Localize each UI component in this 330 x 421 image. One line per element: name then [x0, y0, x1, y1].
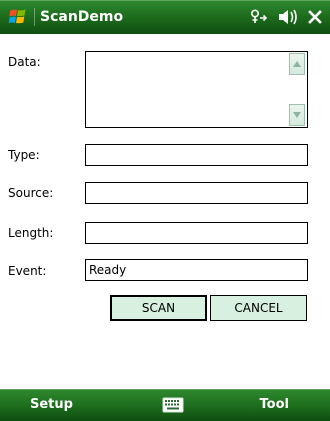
length-label: Length: — [8, 226, 54, 240]
volume-icon[interactable] — [278, 7, 298, 27]
cancel-button[interactable]: CANCEL — [210, 295, 307, 321]
scroll-down-button[interactable] — [289, 104, 305, 126]
connectivity-icon[interactable] — [250, 7, 268, 27]
keyboard-icon[interactable] — [162, 397, 184, 413]
data-label: Data: — [8, 55, 41, 69]
close-icon[interactable] — [308, 7, 322, 27]
scroll-up-arrow-icon — [293, 61, 301, 67]
app-title: ScanDemo — [40, 9, 124, 25]
scroll-up-button[interactable] — [289, 53, 305, 75]
title-bar: ScanDemo — [0, 0, 330, 34]
type-label: Type: — [8, 148, 40, 162]
windows-flag-icon[interactable] — [8, 7, 28, 27]
data-scrollbar[interactable] — [289, 53, 305, 126]
title-separator — [34, 8, 35, 26]
type-field[interactable] — [85, 144, 308, 166]
setup-softkey[interactable]: Setup — [30, 396, 73, 414]
scan-button[interactable]: SCAN — [110, 295, 207, 321]
source-field[interactable] — [85, 182, 308, 204]
event-label: Event: — [8, 264, 47, 278]
softkey-bar: Setup Tool — [0, 389, 330, 421]
length-field[interactable] — [85, 222, 308, 244]
status-icons — [250, 7, 322, 27]
app-window: ScanDemo Data: Type: Source: Length: Eve… — [0, 0, 330, 421]
data-textarea[interactable] — [85, 51, 308, 128]
scroll-down-arrow-icon — [293, 112, 301, 118]
source-label: Source: — [8, 186, 54, 200]
tool-softkey[interactable]: Tool — [260, 396, 289, 414]
event-field[interactable]: Ready — [85, 259, 308, 281]
